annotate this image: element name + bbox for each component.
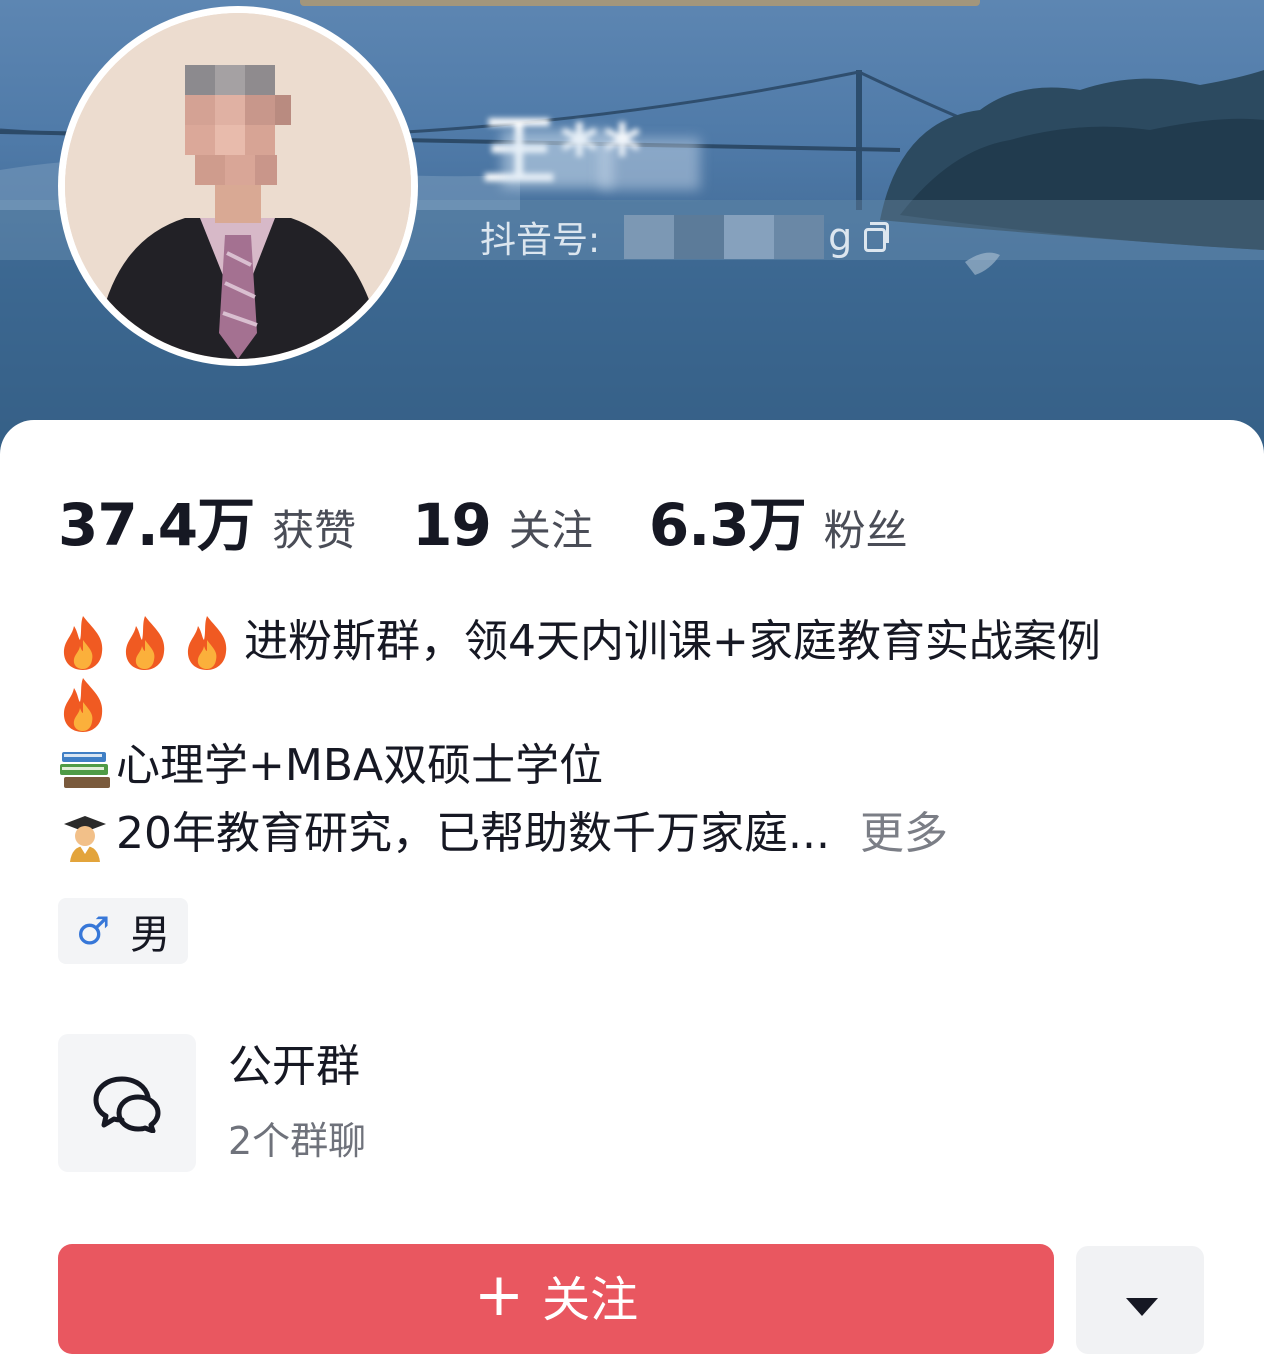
name-blur-mask bbox=[600, 138, 700, 190]
group-icon-box bbox=[58, 1034, 196, 1172]
bio[interactable]: 进粉斯群，领4天内训课+家庭教育实战案例 心理学+MBA双硕士学位 20年教育研… bbox=[58, 608, 1208, 868]
bio-text-2: 心理学+MBA双硕士学位 bbox=[116, 740, 604, 791]
plus-icon: + bbox=[473, 1260, 525, 1330]
bio-text-3: 20年教育研究，已帮助数千万家庭... bbox=[116, 808, 830, 859]
name-blur-mask bbox=[502, 130, 612, 188]
bio-line-1-wrap bbox=[58, 676, 1208, 732]
copy-icon[interactable] bbox=[860, 222, 890, 252]
gender-label: 男 bbox=[130, 912, 171, 958]
stat-followers[interactable]: 6.3万 粉丝 bbox=[649, 478, 908, 562]
follow-button-content: + 关注 bbox=[474, 1260, 638, 1330]
stat-value: 19 bbox=[412, 491, 492, 559]
fire-icon bbox=[182, 614, 232, 670]
male-icon: ♂ bbox=[76, 909, 111, 953]
stat-label: 获赞 bbox=[272, 506, 357, 555]
avatar-image bbox=[65, 13, 411, 359]
profile-card: 37.4万 获赞 19 关注 6.3万 粉丝 进粉斯群，领4天内训课+家庭教育实… bbox=[0, 420, 1264, 1354]
stat-label: 粉丝 bbox=[823, 506, 908, 555]
follow-button-label: 关注 bbox=[542, 1272, 639, 1328]
douyin-id-row: 抖音号: g bbox=[480, 212, 890, 262]
caret-down-icon bbox=[1126, 1298, 1158, 1316]
bio-line-3: 20年教育研究，已帮助数千万家庭... 更多 bbox=[58, 800, 1208, 868]
profile-cover: 王** 抖音号: g bbox=[0, 0, 1264, 470]
douyin-id-tail: g bbox=[828, 215, 853, 259]
group-text: 公开群 2个群聊 bbox=[228, 1036, 366, 1170]
profile-name-wrap: 王** bbox=[482, 110, 700, 194]
fire-icon bbox=[120, 614, 170, 670]
bio-text-1: 进粉斯群，领4天内训课+家庭教育实战案例 bbox=[244, 616, 1101, 667]
fire-icon bbox=[58, 614, 108, 670]
stat-value: 6.3万 bbox=[648, 491, 807, 559]
stat-likes[interactable]: 37.4万 获赞 bbox=[58, 478, 356, 562]
stats-row: 37.4万 获赞 19 关注 6.3万 粉丝 bbox=[58, 478, 964, 562]
public-group-entry[interactable]: 公开群 2个群聊 bbox=[58, 1034, 366, 1172]
stat-value: 37.4万 bbox=[58, 491, 255, 559]
fire-icon bbox=[58, 676, 108, 732]
stat-label: 关注 bbox=[508, 506, 593, 555]
bio-line-1: 进粉斯群，领4天内训课+家庭教育实战案例 bbox=[58, 608, 1208, 676]
bio-line-2: 心理学+MBA双硕士学位 bbox=[58, 732, 1208, 800]
bio-more-link[interactable]: 更多 bbox=[860, 800, 948, 868]
douyin-id-label: 抖音号: bbox=[480, 220, 601, 261]
avatar[interactable] bbox=[58, 6, 418, 366]
stat-following[interactable]: 19 关注 bbox=[412, 491, 593, 559]
douyin-id-mosaic bbox=[624, 215, 825, 259]
gender-tag: ♂ 男 bbox=[58, 898, 189, 964]
chat-bubbles-icon bbox=[93, 1076, 161, 1133]
group-subtitle: 2个群聊 bbox=[228, 1119, 367, 1163]
books-icon bbox=[58, 744, 112, 788]
graduate-icon bbox=[58, 812, 112, 862]
group-title: 公开群 bbox=[228, 1041, 360, 1092]
